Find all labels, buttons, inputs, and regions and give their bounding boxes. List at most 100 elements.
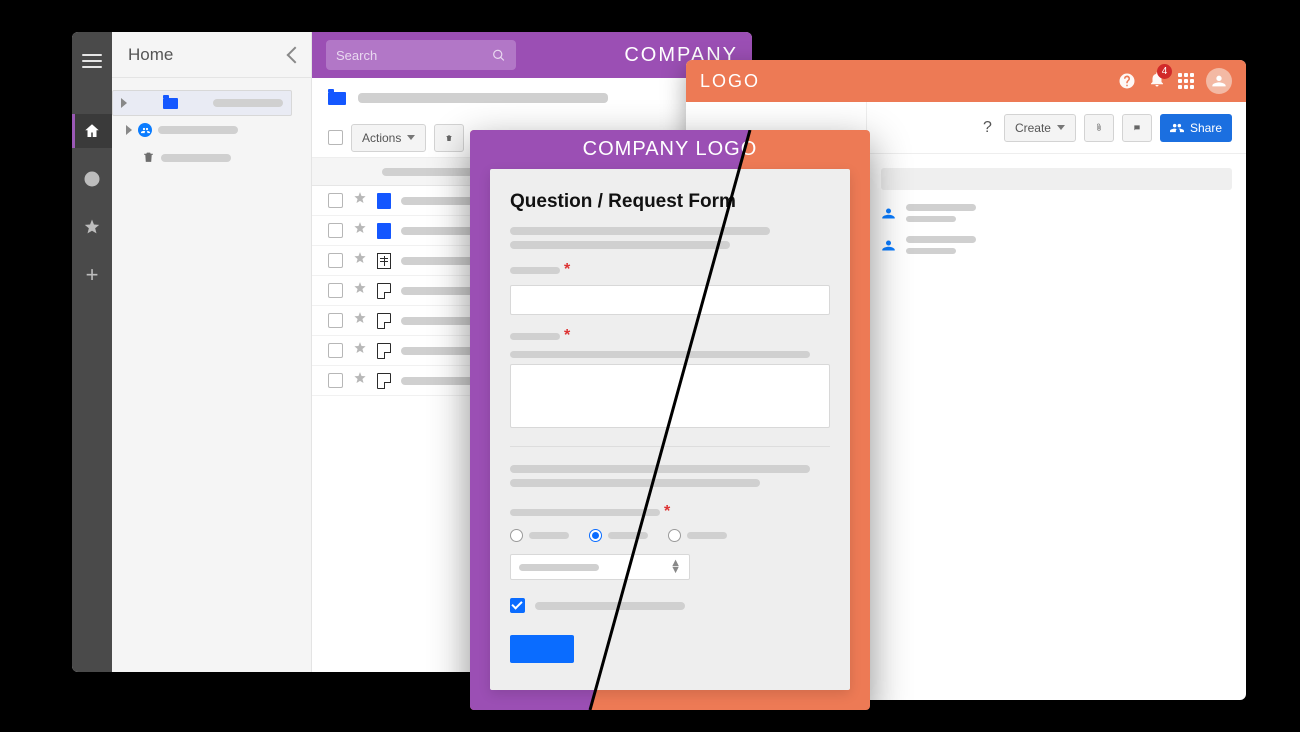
panel-heading [881, 168, 1232, 190]
avatar[interactable] [1206, 68, 1232, 94]
person-row[interactable] [881, 204, 1232, 222]
plus-icon: + [86, 264, 99, 286]
comment-icon [1133, 121, 1141, 135]
share-button[interactable]: Share [1160, 114, 1232, 142]
create-label: Create [1015, 121, 1051, 135]
help-icon[interactable] [1118, 72, 1136, 90]
submit-button[interactable] [510, 635, 574, 663]
required-icon: * [564, 327, 570, 345]
form-desc-line [510, 227, 770, 235]
nav-home[interactable] [72, 114, 112, 148]
form-title: Question / Request Form [510, 191, 830, 213]
tree-item-shared[interactable] [112, 116, 311, 144]
form-card: Question / Request Form * * * [490, 169, 850, 690]
delete-button[interactable] [434, 124, 464, 152]
trash-icon [445, 131, 453, 145]
row-checkbox[interactable] [328, 193, 343, 208]
brand-text: LOGO [700, 71, 760, 92]
hamburger-icon [82, 54, 102, 68]
paperclip-icon [1095, 120, 1103, 135]
comment-button[interactable] [1122, 114, 1152, 142]
checkbox-label [535, 602, 685, 610]
note-icon [377, 283, 391, 299]
select-input[interactable]: ▲▼ [510, 554, 690, 580]
actions-button[interactable]: Actions [351, 124, 426, 152]
star-toggle[interactable] [353, 311, 367, 330]
attach-button[interactable] [1084, 114, 1114, 142]
nav-starred[interactable] [72, 210, 112, 244]
left-nav-rail: + [72, 32, 112, 672]
trash-icon [142, 150, 155, 167]
person-icon [881, 206, 896, 221]
row-checkbox[interactable] [328, 253, 343, 268]
nav-add[interactable]: + [72, 258, 112, 292]
row-checkbox[interactable] [328, 283, 343, 298]
tree-item-label [213, 99, 283, 107]
spreadsheet-icon [377, 253, 391, 269]
select-all-checkbox[interactable] [328, 130, 343, 145]
person-row[interactable] [881, 236, 1232, 254]
expand-icon [126, 125, 132, 135]
textarea-input[interactable] [510, 364, 830, 428]
section-text [510, 479, 760, 487]
tree-item-label [158, 126, 238, 134]
text-input[interactable] [510, 285, 830, 315]
star-toggle[interactable] [353, 191, 367, 210]
notif-badge: 4 [1157, 64, 1172, 79]
tree-item-label [161, 154, 231, 162]
expand-icon [121, 98, 127, 108]
actions-label: Actions [362, 131, 401, 145]
collapse-tree-icon[interactable] [287, 46, 304, 63]
panel-toolbar: ? Create Share [867, 102, 1246, 154]
people-icon [138, 123, 152, 137]
updown-icon: ▲▼ [670, 560, 681, 574]
person-icon [881, 238, 896, 253]
field-label: * [510, 261, 830, 279]
radio-option[interactable] [510, 529, 569, 542]
nav-recent[interactable] [72, 162, 112, 196]
caret-down-icon [1057, 125, 1065, 130]
folder-icon [163, 98, 178, 109]
people-icon [1170, 121, 1184, 135]
section-text [510, 465, 810, 473]
search-box[interactable] [326, 40, 516, 70]
request-form-dialog: COMPANY LOGO Question / Request Form * *… [470, 130, 870, 710]
note-icon [377, 373, 391, 389]
breadcrumb-label [358, 93, 608, 103]
tree-item-trash[interactable] [112, 144, 311, 172]
side-panel: ? Create Share [866, 102, 1246, 700]
required-icon: * [564, 261, 570, 279]
field-help [510, 351, 810, 358]
menu-button[interactable] [72, 44, 112, 78]
create-button[interactable]: Create [1004, 114, 1076, 142]
star-toggle[interactable] [353, 221, 367, 240]
row-checkbox[interactable] [328, 313, 343, 328]
home-icon [83, 122, 101, 140]
radio-option[interactable] [589, 529, 648, 542]
search-input[interactable] [336, 48, 492, 63]
form-brand: COMPANY LOGO [470, 130, 870, 169]
row-checkbox[interactable] [328, 343, 343, 358]
field-label: * [510, 327, 830, 345]
star-toggle[interactable] [353, 371, 367, 390]
checkbox-row[interactable] [510, 598, 830, 613]
select-value [519, 564, 599, 571]
apps-grid-icon[interactable] [1178, 73, 1194, 89]
radio-option[interactable] [668, 529, 727, 542]
radio-icon [668, 529, 681, 542]
tree-header: Home [112, 32, 311, 78]
folder-tree-panel: Home [112, 32, 312, 672]
share-label: Share [1190, 121, 1222, 135]
row-checkbox[interactable] [328, 373, 343, 388]
star-toggle[interactable] [353, 281, 367, 300]
note-icon [377, 343, 391, 359]
star-toggle[interactable] [353, 251, 367, 270]
tree-item-folder[interactable] [112, 90, 292, 116]
caret-down-icon [407, 135, 415, 140]
star-toggle[interactable] [353, 341, 367, 360]
row-checkbox[interactable] [328, 223, 343, 238]
notifications-button[interactable]: 4 [1148, 70, 1166, 93]
divider [510, 446, 830, 447]
tree-title: Home [128, 45, 173, 65]
help-icon[interactable]: ? [983, 119, 992, 137]
